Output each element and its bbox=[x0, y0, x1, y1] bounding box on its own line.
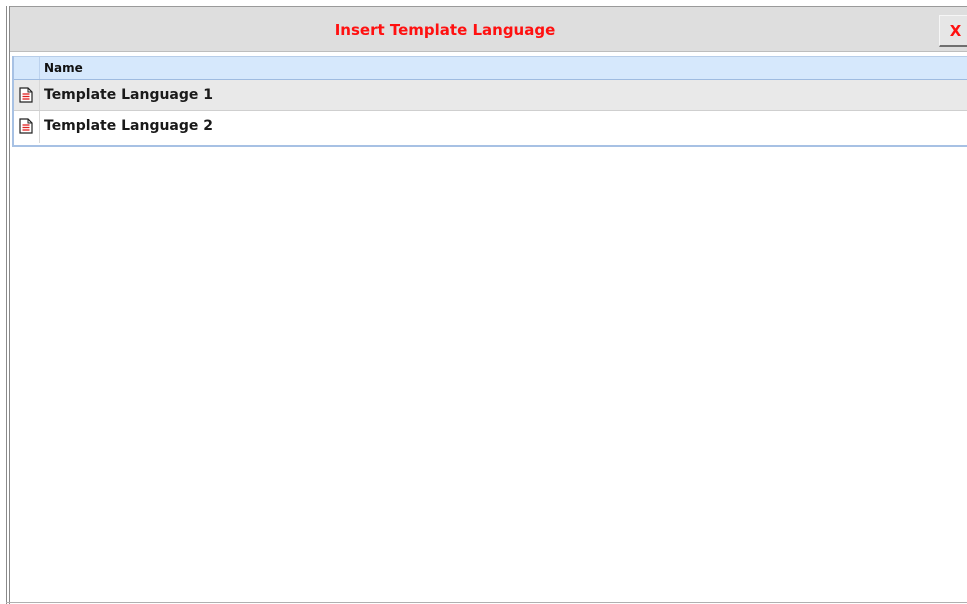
dialog-title-bar: Insert Template Language X bbox=[10, 6, 967, 52]
document-icon bbox=[19, 118, 33, 134]
column-header-name[interactable]: Name bbox=[44, 57, 83, 79]
row-icon-cell bbox=[14, 111, 40, 143]
row-name: Template Language 2 bbox=[44, 118, 214, 134]
insert-template-language-dialog: Insert Template Language X Name Template… bbox=[0, 0, 967, 604]
row-name: Template Language 1 bbox=[44, 87, 214, 103]
header-icon-column bbox=[14, 57, 40, 79]
close-button[interactable]: X bbox=[939, 15, 967, 47]
table-row[interactable]: Template Language 1 bbox=[14, 80, 967, 111]
dialog-left-border bbox=[6, 6, 10, 604]
dialog-title: Insert Template Language bbox=[334, 21, 556, 39]
table-row[interactable]: Template Language 2 bbox=[14, 111, 967, 143]
row-icon-cell bbox=[14, 80, 40, 110]
template-language-grid: Name Template Language 1 Template Langua… bbox=[12, 56, 967, 147]
grid-header: Name bbox=[14, 56, 967, 80]
document-icon bbox=[19, 87, 33, 103]
